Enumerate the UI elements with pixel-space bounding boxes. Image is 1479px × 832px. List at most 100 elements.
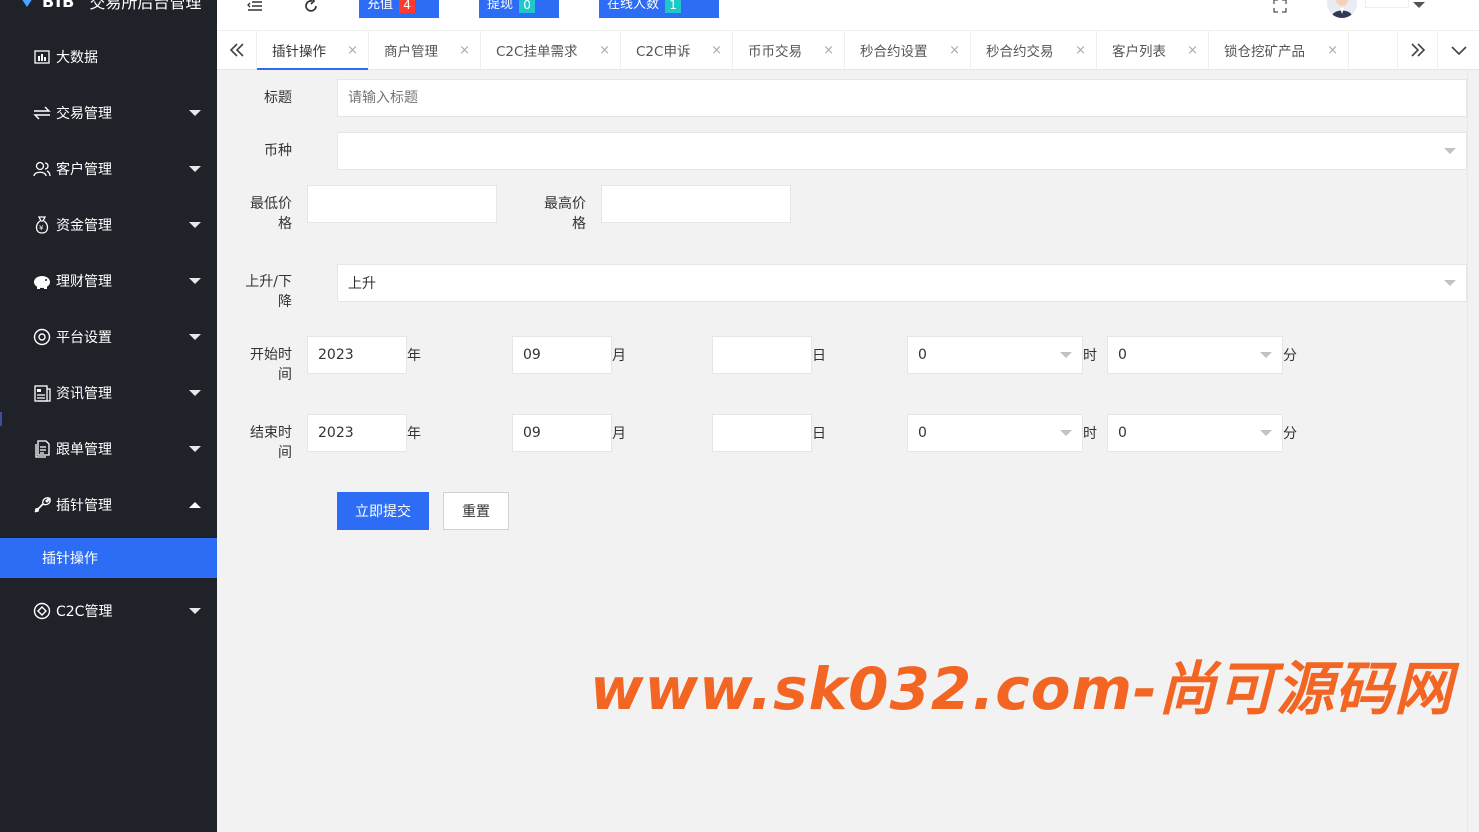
title-label: 标题 bbox=[264, 90, 292, 106]
submit-button[interactable]: 立即提交 bbox=[337, 492, 429, 530]
start-year-input[interactable]: 2023 bbox=[307, 336, 407, 374]
chevron-down-icon bbox=[189, 390, 201, 396]
direction-select[interactable]: 上升 bbox=[337, 264, 1467, 302]
tab-menu-button[interactable] bbox=[1437, 31, 1479, 69]
withdraw-button[interactable]: 提现 0 bbox=[479, 0, 559, 18]
end-minute-select[interactable]: 0 bbox=[1107, 414, 1283, 452]
end-time-label-line1: 结束时 bbox=[250, 425, 292, 441]
tab-locked-mining-products[interactable]: 锁仓挖矿产品 × bbox=[1209, 31, 1349, 69]
close-icon[interactable]: × bbox=[1075, 43, 1086, 58]
direction-label-line1: 上升/下 bbox=[245, 274, 292, 290]
tab-merchant-management[interactable]: 商户管理 × bbox=[369, 31, 481, 69]
end-hour-select[interactable]: 0 bbox=[907, 414, 1083, 452]
logo-icon bbox=[22, 0, 32, 7]
watermark-text: www.sk032.com-尚可源码网 bbox=[590, 655, 1454, 723]
min-price-input[interactable] bbox=[307, 185, 497, 223]
app-title: 交易所后台管理 bbox=[89, 0, 202, 12]
tab-c2c-orders[interactable]: C2C挂单需求 × bbox=[481, 31, 621, 69]
tab-second-contract-settings[interactable]: 秒合约设置 × bbox=[845, 31, 971, 69]
start-month-unit: 月 bbox=[612, 348, 626, 364]
sidebar-item-news[interactable]: 资讯管理 bbox=[0, 365, 217, 421]
sidebar-item-trade[interactable]: 交易管理 bbox=[0, 85, 217, 141]
sidebar-subitem-pin-operation[interactable]: 插针操作 bbox=[0, 538, 217, 578]
end-year-input[interactable]: 2023 bbox=[307, 414, 407, 452]
sidebar-item-big-data[interactable]: 大数据 bbox=[0, 29, 217, 85]
start-month-input[interactable]: 09 bbox=[512, 336, 612, 374]
tab-second-contract-trading[interactable]: 秒合约交易 × bbox=[971, 31, 1097, 69]
chevron-down-icon[interactable] bbox=[1413, 2, 1425, 8]
sidebar-item-pin-management[interactable]: 插针管理 bbox=[0, 477, 217, 533]
end-month-input[interactable]: 09 bbox=[512, 414, 612, 452]
sidebar-item-customers[interactable]: 客户管理 bbox=[0, 141, 217, 197]
close-icon[interactable]: × bbox=[711, 43, 722, 58]
close-icon[interactable]: × bbox=[949, 43, 960, 58]
scrollbar-track[interactable] bbox=[1467, 70, 1479, 832]
diamond-icon bbox=[32, 601, 52, 621]
username-box[interactable] bbox=[1365, 0, 1409, 8]
fullscreen-icon[interactable] bbox=[1270, 0, 1290, 16]
tab-scroll-right-button[interactable] bbox=[1397, 31, 1437, 69]
double-chevron-left-icon bbox=[229, 43, 244, 57]
sidebar-item-funds[interactable]: ¥ 资金管理 bbox=[0, 197, 217, 253]
online-users-button[interactable]: 在线人数 1 bbox=[599, 0, 719, 18]
max-price-label-line1: 最高价 bbox=[544, 196, 586, 212]
title-input[interactable] bbox=[337, 79, 1467, 117]
chevron-down-icon bbox=[1260, 430, 1272, 436]
wrench-icon bbox=[32, 495, 52, 515]
start-hour-select[interactable]: 0 bbox=[907, 336, 1083, 374]
sidebar-item-label: C2C管理 bbox=[56, 604, 113, 620]
tab-scroll-left-button[interactable] bbox=[217, 31, 257, 69]
tab-c2c-appeal[interactable]: C2C申诉 × bbox=[621, 31, 733, 69]
close-icon[interactable]: × bbox=[1327, 43, 1338, 58]
min-price-label-line2: 格 bbox=[278, 216, 292, 232]
close-icon[interactable]: × bbox=[347, 43, 358, 58]
sidebar-item-finance[interactable]: 理财管理 bbox=[0, 253, 217, 309]
recharge-button[interactable]: 充值 4 bbox=[359, 0, 439, 18]
start-year-unit: 年 bbox=[407, 348, 421, 364]
chevron-down-icon bbox=[189, 166, 201, 172]
tab-pin-operation[interactable]: 插针操作 × bbox=[257, 31, 369, 70]
sidebar-item-copy-trade[interactable]: 跟单管理 bbox=[0, 421, 217, 477]
sidebar-item-label: 资讯管理 bbox=[56, 386, 112, 402]
avatar[interactable] bbox=[1327, 0, 1357, 18]
end-hour-value: 0 bbox=[918, 425, 927, 441]
settings-icon bbox=[32, 327, 52, 347]
tab-label: C2C申诉 bbox=[636, 44, 691, 60]
min-price-label: 最低价 格 bbox=[230, 194, 292, 234]
end-day-input[interactable] bbox=[712, 414, 812, 452]
start-minute-select[interactable]: 0 bbox=[1107, 336, 1283, 374]
collapse-menu-icon[interactable] bbox=[245, 0, 265, 16]
sidebar-item-c2c[interactable]: C2C管理 bbox=[0, 583, 217, 639]
start-minute-unit: 分 bbox=[1283, 348, 1297, 364]
top-header: 充值 4 提现 0 在线人数 1 bbox=[217, 0, 1479, 30]
end-minute-value: 0 bbox=[1118, 425, 1127, 441]
tab-spot-trading[interactable]: 币币交易 × bbox=[733, 31, 845, 69]
logo-text: BIB bbox=[42, 0, 76, 11]
refresh-icon[interactable] bbox=[301, 0, 321, 16]
reset-button[interactable]: 重置 bbox=[443, 492, 509, 530]
chevron-down-icon bbox=[1060, 352, 1072, 358]
sidebar-item-label: 交易管理 bbox=[56, 106, 112, 122]
chevron-down-icon bbox=[189, 446, 201, 452]
tab-label: 币币交易 bbox=[748, 44, 802, 60]
close-icon[interactable]: × bbox=[1187, 43, 1198, 58]
max-price-input[interactable] bbox=[601, 185, 791, 223]
tab-label: 秒合约交易 bbox=[986, 44, 1054, 60]
tab-customer-list[interactable]: 客户列表 × bbox=[1097, 31, 1209, 69]
coin-label: 币种 bbox=[264, 143, 292, 159]
close-icon[interactable]: × bbox=[459, 43, 470, 58]
svg-text:¥: ¥ bbox=[39, 224, 44, 232]
end-minute-unit: 分 bbox=[1283, 426, 1297, 442]
close-icon[interactable]: × bbox=[823, 43, 834, 58]
start-minute-value: 0 bbox=[1118, 347, 1127, 363]
end-hour-unit: 时 bbox=[1083, 426, 1097, 442]
chart-icon bbox=[32, 47, 52, 67]
start-day-input[interactable] bbox=[712, 336, 812, 374]
coin-select[interactable] bbox=[337, 132, 1467, 170]
logo[interactable]: BIB 交易所后台管理 bbox=[0, 0, 217, 16]
start-time-label: 开始时 间 bbox=[230, 345, 292, 385]
chevron-down-icon bbox=[1444, 280, 1456, 286]
end-year-value: 2023 bbox=[318, 425, 354, 441]
close-icon[interactable]: × bbox=[599, 43, 610, 58]
sidebar-item-platform-settings[interactable]: 平台设置 bbox=[0, 309, 217, 365]
